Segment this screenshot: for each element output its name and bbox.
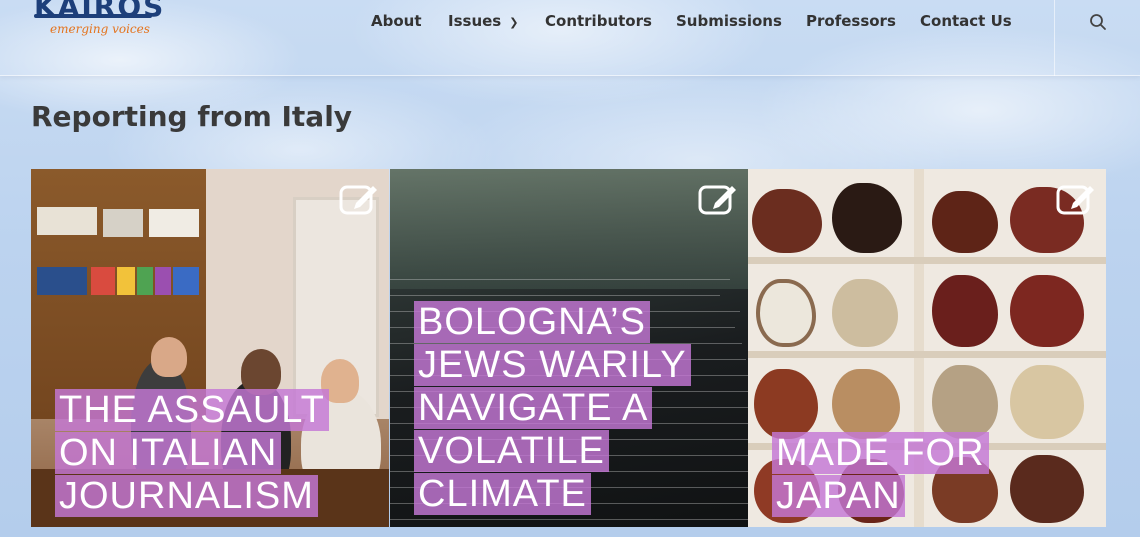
nav-item-label: About (371, 12, 422, 30)
article-title[interactable]: MADE FOR JAPAN (772, 432, 1012, 518)
nav-item-label: Submissions (676, 12, 782, 30)
nav-item-label: Professors (806, 12, 896, 30)
nav-item-label: Issues (448, 12, 502, 30)
article-card[interactable]: MADE FOR JAPAN (748, 169, 1106, 527)
nav-item-contact-us[interactable]: Contact Us (920, 12, 1012, 30)
nav-item-professors[interactable]: Professors (806, 12, 896, 30)
nav-item-label: Contributors (545, 12, 652, 30)
article-title-text: THE ASSAULT ON ITALIAN JOURNALISM (55, 389, 329, 517)
site-header: KAIROS emerging voices About Issues ❯ Con… (0, 0, 1140, 76)
article-card[interactable]: THE ASSAULT ON ITALIAN JOURNALISM (31, 169, 389, 527)
article-title-text: MADE FOR JAPAN (772, 432, 989, 517)
nav-item-about[interactable]: About (371, 12, 422, 30)
edit-icon[interactable] (1056, 181, 1096, 215)
chevron-down-icon: ❯ (509, 16, 519, 29)
page-title: Reporting from Italy (31, 100, 353, 133)
edit-icon[interactable] (339, 181, 379, 215)
search-icon[interactable] (1089, 13, 1107, 31)
search-toggle[interactable] (1054, 0, 1140, 76)
nav-item-submissions[interactable]: Submissions (676, 12, 782, 30)
article-card[interactable]: BOLOGNA’S JEWS WARILY NAVIGATE A VOLATIL… (390, 169, 748, 527)
logo-swoosh (34, 14, 152, 18)
logo-tagline: emerging voices (50, 22, 150, 36)
nav-item-issues[interactable]: Issues ❯ (448, 12, 518, 30)
article-title[interactable]: THE ASSAULT ON ITALIAN JOURNALISM (55, 389, 389, 518)
article-title-text: BOLOGNA’S JEWS WARILY NAVIGATE A VOLATIL… (414, 301, 691, 515)
logo-wordmark: KAIROS (34, 0, 166, 23)
edit-icon[interactable] (698, 181, 738, 215)
article-title[interactable]: BOLOGNA’S JEWS WARILY NAVIGATE A VOLATIL… (414, 301, 748, 516)
kairos-logo[interactable]: KAIROS emerging voices (34, 0, 164, 50)
nav-item-label: Contact Us (920, 12, 1012, 30)
nav-item-contributors[interactable]: Contributors (545, 12, 652, 30)
